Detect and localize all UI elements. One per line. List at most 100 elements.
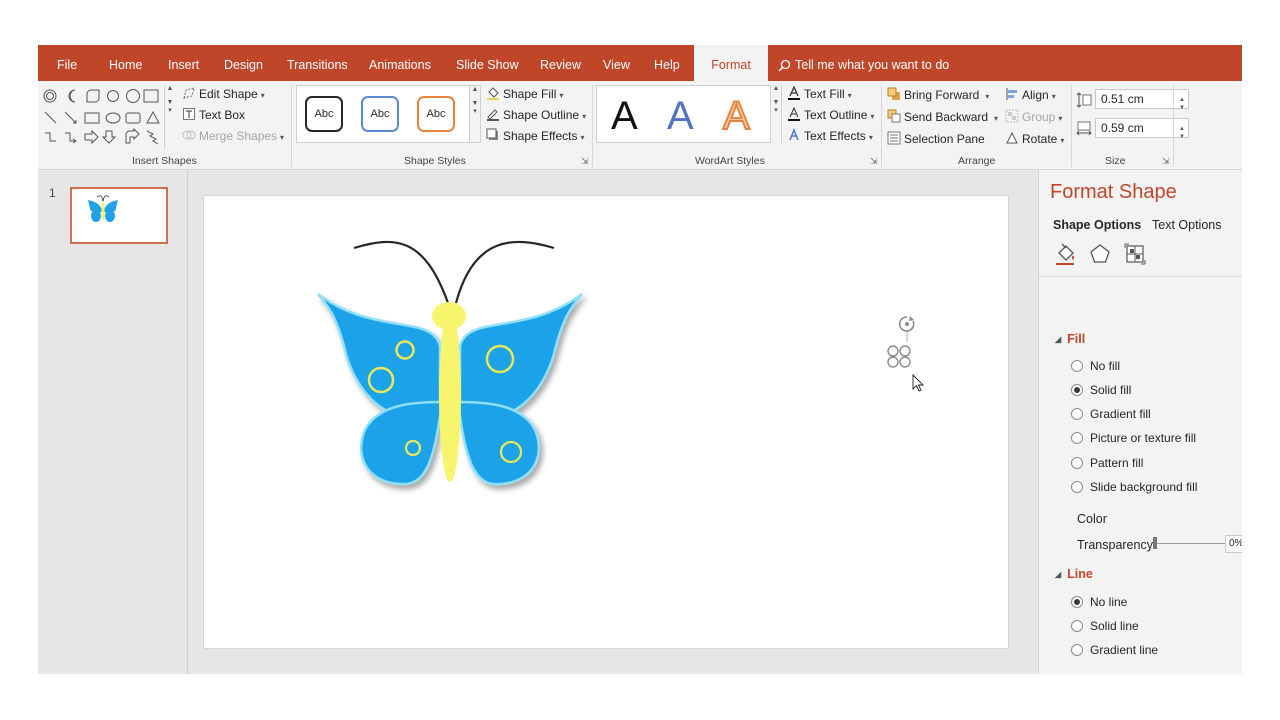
merge-shapes-button[interactable]: Merge Shapes ▾: [182, 127, 284, 145]
chevron-down-icon: ▾: [580, 133, 585, 142]
merge-shapes-label: Merge Shapes: [199, 129, 278, 143]
shape-style-sample[interactable]: Abc: [305, 96, 343, 132]
shape-effects-icon: [486, 128, 500, 142]
chevron-down-icon: ▾: [1051, 92, 1056, 101]
tab-design[interactable]: Design: [224, 45, 263, 81]
pentagon-icon[interactable]: [1088, 242, 1112, 266]
butterfly-body: [439, 310, 461, 482]
rotate-button[interactable]: Rotate ▾: [1005, 130, 1064, 148]
text-box-icon: [182, 107, 196, 121]
tab-insert[interactable]: Insert: [168, 45, 199, 81]
tab-help[interactable]: Help: [654, 45, 680, 81]
tab-review[interactable]: Review: [540, 45, 581, 81]
shapes-gallery-scroll[interactable]: ▲ ▼ ▾: [164, 85, 175, 149]
transparency-slider-thumb[interactable]: [1153, 537, 1157, 549]
dialog-launcher-icon[interactable]: ⇲: [870, 156, 878, 167]
collapse-triangle-icon: ◢: [1055, 335, 1062, 344]
size-properties-icon[interactable]: [1123, 242, 1147, 266]
tab-format[interactable]: Format: [694, 45, 768, 82]
shape-styles-gallery[interactable]: Abc Abc Abc ▲ ▼ ▾: [296, 85, 481, 143]
shape-width-input[interactable]: 0.59 cm ▲ ▼: [1095, 118, 1189, 140]
shape-styles-scroll[interactable]: ▲ ▼ ▾: [469, 86, 480, 142]
chevron-down-icon: ▾: [260, 91, 265, 100]
wordart-scroll[interactable]: ▲ ▼ ▾: [770, 85, 781, 143]
radio-slide-background-fill[interactable]: Slide background fill: [1071, 479, 1197, 495]
edit-shape-icon: [182, 86, 196, 100]
text-effects-button[interactable]: Text Effects ▾: [787, 127, 873, 145]
tab-slide-show[interactable]: Slide Show: [456, 45, 519, 81]
shape-style-sample[interactable]: Abc: [361, 96, 399, 132]
shape-styles-group-label: Shape Styles: [404, 155, 466, 167]
text-box-button[interactable]: Text Box: [182, 106, 245, 124]
tell-me-search[interactable]: Tell me what you want to do: [778, 45, 949, 81]
tab-text-options[interactable]: Text Options: [1152, 218, 1221, 232]
shape-style-sample[interactable]: Abc: [417, 96, 455, 132]
radio-gradient-line[interactable]: Gradient line: [1071, 642, 1158, 658]
shapes-gallery[interactable]: [40, 85, 176, 149]
dialog-launcher-icon[interactable]: ⇲: [581, 156, 589, 167]
group-label: Group: [1022, 110, 1056, 124]
shape-fill-label: Shape Fill: [503, 87, 557, 101]
radio-no-line[interactable]: No line: [1071, 594, 1127, 610]
bring-forward-label: Bring Forward: [904, 88, 980, 102]
text-fill-button[interactable]: Text Fill ▾: [787, 85, 852, 103]
wordart-sample-orange[interactable]: A: [722, 93, 751, 139]
tab-home[interactable]: Home: [109, 45, 142, 81]
spin-down-icon[interactable]: ▼: [1179, 99, 1185, 117]
slide-editing-area: [189, 170, 1038, 674]
bring-forward-button[interactable]: Bring Forward ▾: [887, 86, 989, 104]
tab-animations[interactable]: Animations: [369, 45, 431, 81]
rotate-label: Rotate: [1022, 132, 1058, 146]
line-section-header[interactable]: ◢ Line: [1055, 567, 1093, 581]
radio-button[interactable]: [1071, 644, 1083, 656]
align-button[interactable]: Align ▾: [1005, 86, 1056, 104]
bring-forward-icon: [887, 87, 901, 101]
fill-bucket-icon[interactable]: [1053, 242, 1077, 266]
chevron-down-icon: ▾: [994, 114, 999, 123]
shape-fill-button[interactable]: Shape Fill ▾: [486, 85, 563, 103]
slide-thumbnail[interactable]: [70, 187, 168, 244]
wordart-sample-black[interactable]: A: [611, 94, 638, 139]
shape-outline-button[interactable]: Shape Outline ▾: [486, 106, 586, 124]
line-heading: Line: [1067, 567, 1093, 581]
wordart-sample-blue[interactable]: A: [667, 94, 694, 139]
tab-view[interactable]: View: [603, 45, 630, 81]
radio-pattern-fill[interactable]: Pattern fill: [1071, 455, 1143, 471]
radio-picture-texture-fill[interactable]: Picture or texture fill: [1071, 430, 1196, 446]
radio-button[interactable]: [1071, 481, 1083, 493]
text-outline-icon: [787, 106, 801, 121]
radio-button[interactable]: [1071, 408, 1083, 420]
dialog-launcher-icon[interactable]: ⇲: [1162, 156, 1170, 167]
shape-height-input[interactable]: 0.51 cm ▲ ▼: [1095, 89, 1189, 111]
radio-button[interactable]: [1071, 384, 1083, 396]
selection-pane-button[interactable]: Selection Pane: [887, 130, 985, 148]
radio-solid-fill[interactable]: Solid fill: [1071, 382, 1131, 398]
send-backward-button[interactable]: Send Backward ▾: [887, 108, 998, 126]
group-button[interactable]: Group ▾: [1005, 108, 1062, 126]
slide-canvas[interactable]: [203, 195, 1009, 649]
text-outline-button[interactable]: Text Outline ▾: [787, 106, 874, 124]
radio-solid-line[interactable]: Solid line: [1071, 618, 1139, 634]
radio-button[interactable]: [1071, 360, 1083, 372]
transparency-input[interactable]: 0%: [1225, 535, 1242, 553]
fill-section-header[interactable]: ◢ Fill: [1055, 332, 1085, 346]
wordart-gallery[interactable]: A A A: [596, 85, 782, 143]
chevron-down-icon: ▾: [559, 91, 564, 100]
butterfly-illustration: [317, 240, 925, 486]
radio-button[interactable]: [1071, 596, 1083, 608]
pencil-icon: [486, 107, 500, 121]
transparency-slider-track[interactable]: [1154, 543, 1226, 544]
tab-transitions[interactable]: Transitions: [287, 45, 348, 81]
radio-gradient-fill[interactable]: Gradient fill: [1071, 406, 1151, 422]
shape-effects-button[interactable]: Shape Effects ▾: [486, 127, 585, 145]
spin-down-icon[interactable]: ▼: [1179, 128, 1185, 146]
radio-button[interactable]: [1071, 620, 1083, 632]
radio-no-fill[interactable]: No fill: [1071, 358, 1120, 374]
tab-shape-options[interactable]: Shape Options: [1053, 218, 1141, 232]
edit-shape-button[interactable]: Edit Shape ▾: [182, 85, 265, 103]
arrange-group-label: Arrange: [958, 155, 996, 167]
radio-button[interactable]: [1071, 432, 1083, 444]
align-icon: [1005, 87, 1019, 101]
tab-file[interactable]: File: [57, 45, 77, 81]
radio-button[interactable]: [1071, 457, 1083, 469]
